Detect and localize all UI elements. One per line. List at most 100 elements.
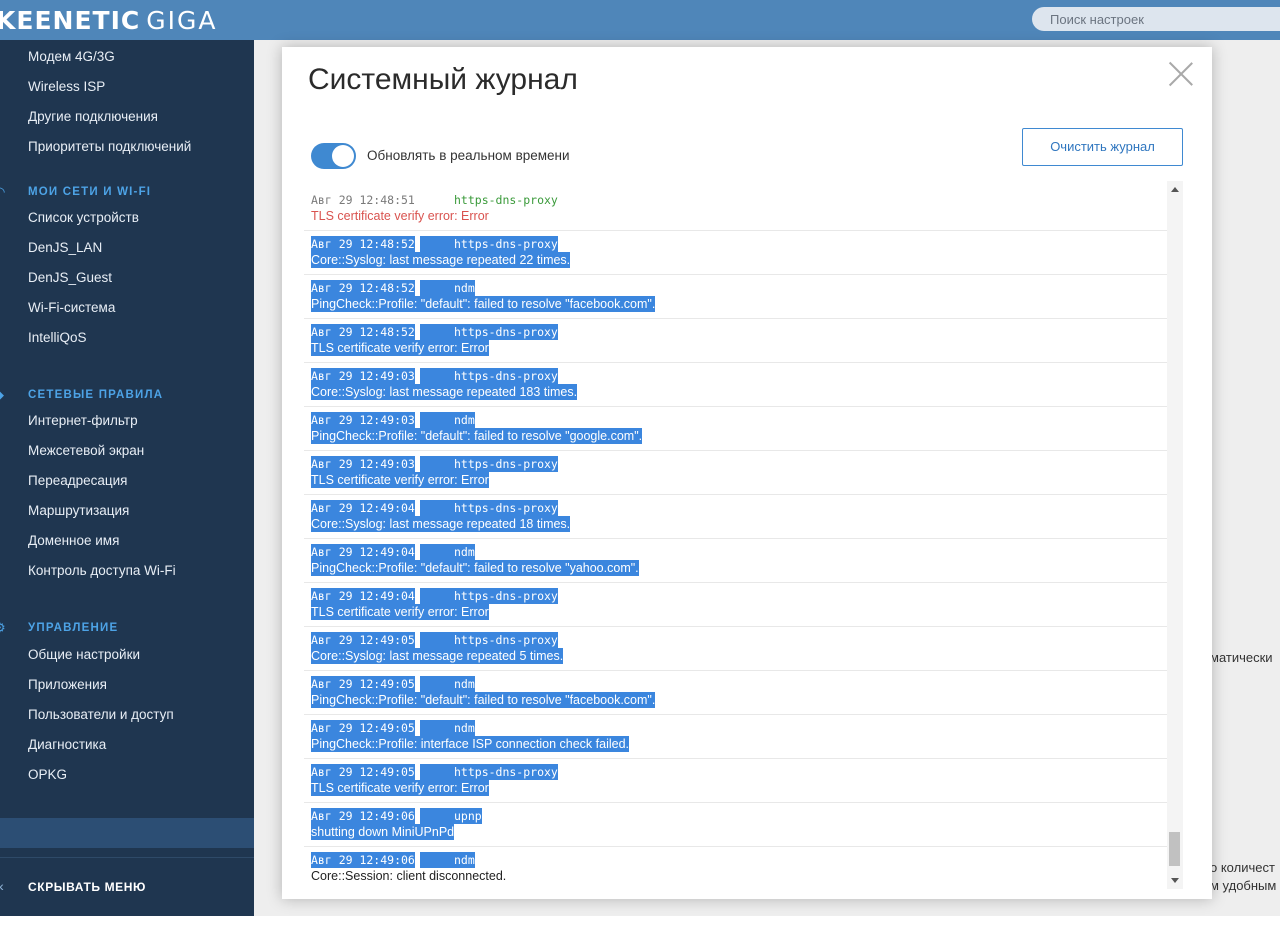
selection-gap [420, 632, 454, 648]
section-my-networks[interactable]: МОИ СЕТИ И WI-FI [28, 184, 151, 200]
log-entry[interactable]: Авг 29 12:49:05 https-dns-proxy TLS certif… [304, 759, 1168, 803]
sidebar-item[interactable]: IntelliQoS [28, 327, 87, 349]
selection-gap [420, 412, 454, 428]
selection-gap [420, 236, 454, 252]
sidebar-item[interactable]: Другие подключения [28, 106, 158, 128]
log-message: TLS certificate verify error: Error [311, 340, 489, 356]
log-message: TLS certificate verify error: Error [311, 780, 489, 796]
sidebar-item[interactable]: DenJS_LAN [28, 237, 102, 259]
sidebar-item[interactable]: Приложения [28, 674, 107, 696]
sidebar-item[interactable]: Wireless ISP [28, 76, 105, 98]
sidebar-item[interactable]: Приоритеты подключений [28, 136, 191, 158]
sidebar-item[interactable]: Доменное имя [28, 530, 119, 552]
background-text: м удобным [1210, 878, 1277, 893]
sidebar-item[interactable]: Wi-Fi-система [28, 297, 115, 319]
log-entry[interactable]: Авг 29 12:49:06 upnp shutting down MiniUPn… [304, 803, 1168, 847]
sidebar-item[interactable]: OPKG [28, 764, 67, 786]
log-entry[interactable]: Авг 29 12:49:04 ndm PingCheck::Profile: "d… [304, 539, 1168, 583]
sidebar-item[interactable]: Список устройств [28, 207, 139, 229]
log-entry[interactable]: Авг 29 12:49:03 https-dns-proxy Core::Sysl… [304, 363, 1168, 407]
log-entry[interactable]: Авг 29 12:49:05 ndm PingCheck::Profile: in… [304, 715, 1168, 759]
log-timestamp: Авг 29 12:49:05 [311, 720, 415, 736]
selection-gap [420, 720, 454, 736]
log-source: upnp [454, 808, 482, 824]
selection-gap [420, 676, 454, 692]
hide-menu-bar: « СКРЫВАТЬ МЕНЮ [0, 857, 254, 916]
sidebar-item[interactable]: Пользователи и доступ [28, 704, 174, 726]
log-source: ndm [454, 676, 475, 692]
sidebar-item[interactable]: Интернет-фильтр [28, 410, 138, 432]
sidebar-item[interactable]: Межсетевой экран [28, 440, 144, 462]
log-message: TLS certificate verify error: Error [311, 472, 489, 488]
clear-log-button[interactable]: Очистить журнал [1022, 128, 1183, 166]
selection-gap [420, 500, 454, 516]
log-source: ndm [454, 720, 475, 736]
sidebar-item[interactable]: Общие настройки [28, 644, 140, 666]
collapse-icon[interactable]: « [0, 878, 4, 894]
log-entry[interactable]: Авг 29 12:48:52 https-dns-proxy Core::Sysl… [304, 231, 1168, 275]
log-timestamp: Авг 29 12:49:04 [311, 544, 415, 560]
realtime-toggle[interactable] [311, 143, 356, 169]
sidebar-item[interactable]: DenJS_Guest [28, 267, 112, 289]
background-text: матически [1210, 650, 1273, 665]
log-message: Core::Syslog: last message repeated 18 t… [311, 516, 571, 532]
search-input[interactable] [1032, 7, 1280, 31]
log-entry[interactable]: Авг 29 12:49:05 https-dns-proxy Core::Sysl… [304, 627, 1168, 671]
log-timestamp: Авг 29 12:48:51 [311, 193, 415, 207]
selection-gap [420, 368, 454, 384]
dialog-title: Системный журнал [308, 63, 578, 96]
close-icon[interactable] [1168, 61, 1194, 87]
log-entry[interactable]: Авг 29 12:49:04 https-dns-proxy TLS certif… [304, 583, 1168, 627]
log-timestamp: Авг 29 12:49:03 [311, 412, 415, 428]
sidebar-item[interactable]: Модем 4G/3G [28, 46, 115, 68]
log-message: PingCheck::Profile: "default": failed to… [311, 428, 643, 444]
log-entry[interactable]: Авг 29 12:49:05 ndm PingCheck::Profile: "d… [304, 671, 1168, 715]
log-message: PingCheck::Profile: "default": failed to… [311, 560, 639, 576]
active-item-highlight [0, 818, 254, 848]
log-source: ndm [454, 280, 475, 296]
section-network-rules[interactable]: СЕТЕВЫЕ ПРАВИЛА [28, 387, 163, 403]
scroll-up-icon[interactable] [1171, 187, 1179, 192]
log-message: TLS certificate verify error: Error [311, 209, 489, 223]
sidebar-item[interactable]: Переадресация [28, 470, 127, 492]
log-message: shutting down MiniUPnPd [311, 824, 455, 840]
section-management[interactable]: УПРАВЛЕНИЕ [28, 620, 118, 636]
log-source: https-dns-proxy [454, 193, 558, 207]
log-timestamp: Авг 29 12:48:52 [311, 236, 415, 252]
log-entry[interactable]: Авг 29 12:49:04 https-dns-proxy Core::Sysl… [304, 495, 1168, 539]
keenetic-logo[interactable]: KEENETIC GIGA [0, 6, 217, 35]
log-timestamp: Авг 29 12:49:03 [311, 368, 415, 384]
log-timestamp: Авг 29 12:49:05 [311, 764, 415, 780]
log-message: Core::Syslog: last message repeated 183 … [311, 384, 578, 400]
log-entry[interactable]: Авг 29 12:48:51 https-dns-proxy TLS certif… [304, 187, 1168, 231]
scroll-down-icon[interactable] [1171, 878, 1179, 883]
log-entry[interactable]: Авг 29 12:49:03 https-dns-proxy TLS certif… [304, 451, 1168, 495]
sidebar-item[interactable]: Контроль доступа Wi-Fi [28, 560, 176, 582]
log-entry[interactable]: Авг 29 12:49:06 ndm Core::Session: client … [304, 847, 1168, 889]
system-log-dialog: Системный журнал Обновлять в реальном вр… [282, 47, 1212, 899]
shield-icon: ◆ [0, 388, 8, 402]
selection-gap [420, 324, 454, 340]
scroll-thumb[interactable] [1169, 832, 1180, 866]
hide-menu-button[interactable]: СКРЫВАТЬ МЕНЮ [28, 880, 146, 894]
realtime-label: Обновлять в реальном времени [367, 148, 570, 163]
log-source: https-dns-proxy [454, 764, 558, 780]
wifi-icon: ◠ [0, 185, 8, 199]
log-list[interactable]: Авг 29 12:48:51 https-dns-proxy TLS certif… [304, 187, 1168, 889]
log-entry[interactable]: Авг 29 12:48:52 ndm PingCheck::Profile: "d… [304, 275, 1168, 319]
log-message: PingCheck::Profile: "default": failed to… [311, 296, 656, 312]
log-message: PingCheck::Profile: interface ISP connec… [311, 736, 629, 752]
log-source: ndm [454, 412, 475, 428]
log-source: https-dns-proxy [454, 324, 558, 340]
sidebar-item[interactable]: Маршрутизация [28, 500, 129, 522]
log-source: ndm [454, 544, 475, 560]
log-scrollbar[interactable] [1167, 181, 1183, 889]
top-bar: KEENETIC GIGA [0, 0, 1280, 40]
selection-gap [420, 280, 454, 296]
log-entry[interactable]: Авг 29 12:48:52 https-dns-proxy TLS certif… [304, 319, 1168, 363]
sidebar-item-active[interactable]: Диагностика [28, 734, 106, 756]
log-source: https-dns-proxy [454, 588, 558, 604]
log-source: https-dns-proxy [454, 456, 558, 472]
log-entry[interactable]: Авг 29 12:49:03 ndm PingCheck::Profile: "d… [304, 407, 1168, 451]
log-source: https-dns-proxy [454, 500, 558, 516]
